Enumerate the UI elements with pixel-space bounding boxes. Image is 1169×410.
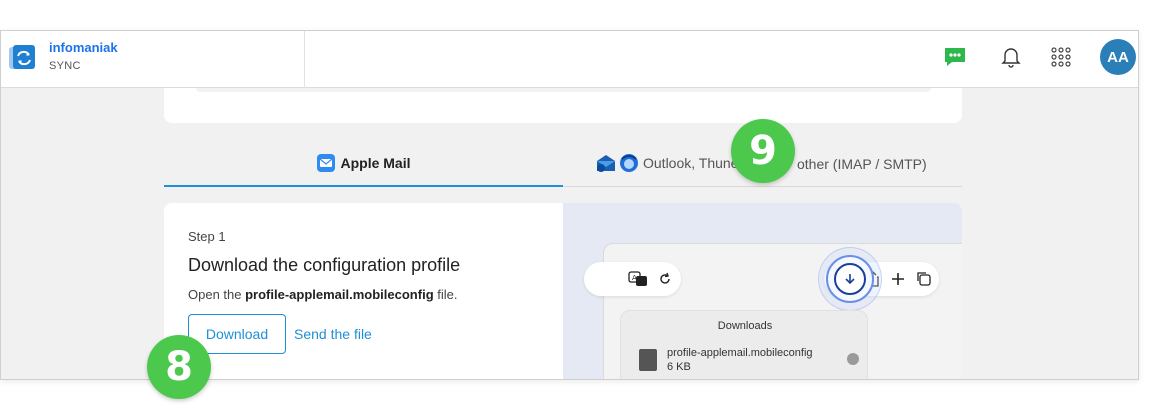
- user-avatar[interactable]: AA: [1100, 39, 1136, 75]
- plus-icon: [892, 273, 904, 285]
- translate-icon: A: [628, 271, 647, 286]
- top-header: infomaniak SYNC AA: [1, 31, 1138, 88]
- tab-apple-mail-label: Apple Mail: [340, 155, 411, 171]
- previous-card-content: [196, 88, 931, 92]
- download-file-name: profile-applemail.mobileconfig: [667, 347, 813, 359]
- sync-logo-icon: [9, 45, 35, 69]
- toolbar-left-pill: A: [584, 262, 681, 296]
- tab-other-label: other (IMAP / SMTP): [797, 156, 927, 172]
- mail-client-tabs: Apple Mail Outlook, Thune other (IMAP / …: [164, 141, 962, 187]
- safari-download-illustration: A Downloads profile-applemail.mobileconf…: [563, 203, 962, 379]
- send-file-link[interactable]: Send the file: [294, 326, 372, 342]
- tab-apple-mail[interactable]: Apple Mail: [164, 141, 563, 187]
- downloads-panel: Downloads profile-applemail.mobileconfig…: [620, 310, 868, 379]
- app-window: infomaniak SYNC AA Apple Mail Outlook, T…: [0, 30, 1139, 380]
- tab-outlook-label: Outlook, Thune: [643, 155, 739, 171]
- step-title: Download the configuration profile: [188, 255, 461, 275]
- step-description: Open the profile-applemail.mobileconfig …: [188, 287, 457, 302]
- browser-mockup: A Downloads profile-applemail.mobileconf…: [584, 243, 962, 379]
- outlook-icon: [597, 155, 615, 172]
- chat-icon[interactable]: [942, 44, 968, 70]
- tabs-icon: [917, 272, 931, 286]
- brand-name: infomaniak: [49, 40, 118, 55]
- desc-prefix: Open the: [188, 287, 246, 302]
- step-number: Step 1: [188, 229, 226, 244]
- apps-grid-icon[interactable]: [1048, 44, 1074, 70]
- download-file-size: 6 KB: [667, 361, 691, 373]
- step-card: Step 1 Download the configuration profil…: [164, 203, 563, 379]
- reload-icon: [660, 272, 670, 284]
- desc-suffix: file.: [433, 287, 458, 302]
- step-badge-9: 9: [731, 119, 795, 183]
- previous-card: [164, 88, 962, 123]
- svg-text:A: A: [632, 274, 637, 282]
- file-icon: [639, 349, 657, 371]
- step-badge-8: 8: [147, 335, 211, 399]
- download-arrow-icon: [834, 263, 866, 295]
- bell-icon[interactable]: [998, 44, 1024, 70]
- thunderbird-icon: [620, 154, 638, 172]
- brand-subtitle: SYNC: [49, 60, 81, 72]
- downloads-title: Downloads: [717, 320, 773, 332]
- magnifier-icon: [847, 353, 859, 365]
- apple-mail-icon: [317, 154, 336, 172]
- desc-filename: profile-applemail.mobileconfig: [245, 287, 434, 302]
- brand-area[interactable]: infomaniak SYNC: [1, 31, 305, 88]
